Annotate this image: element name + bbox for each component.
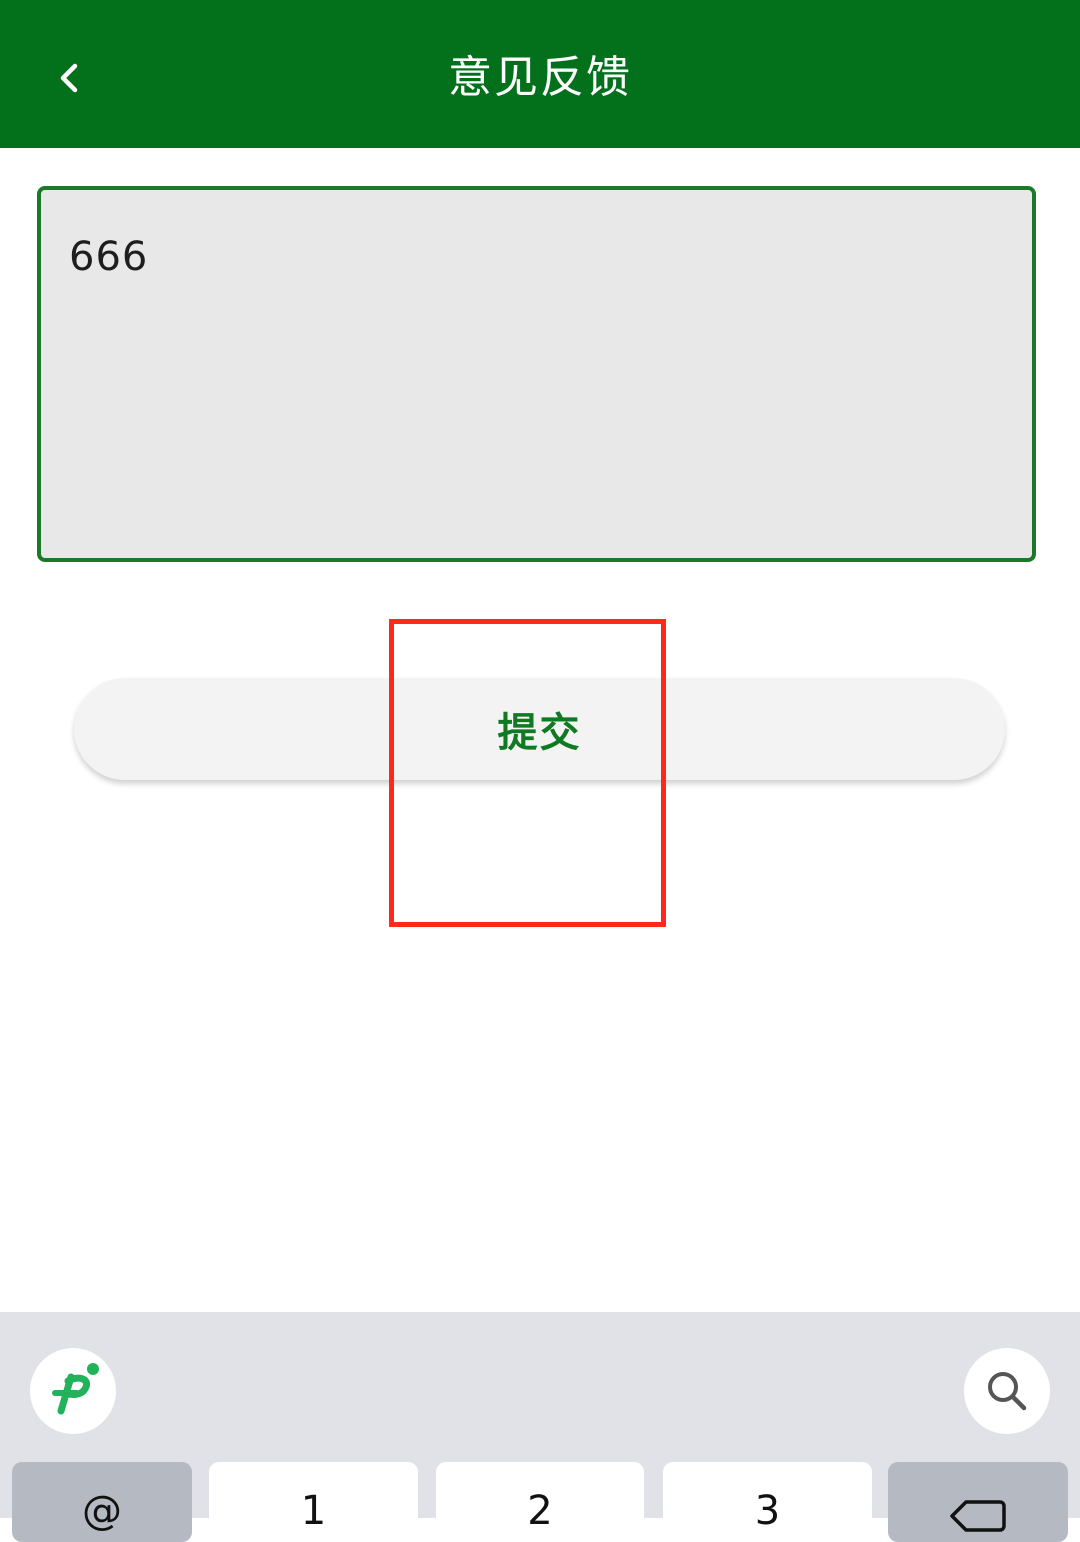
- key-2-label: 2: [527, 1488, 553, 1534]
- feedback-text: 666: [69, 234, 149, 280]
- key-3[interactable]: 3: [663, 1462, 872, 1542]
- key-3-label: 3: [754, 1488, 781, 1534]
- key-at-label: @: [82, 1488, 122, 1534]
- backspace-icon: [950, 1500, 1006, 1532]
- key-1[interactable]: 1: [209, 1462, 418, 1542]
- submit-label: 提交: [497, 710, 582, 756]
- keyboard-search-button[interactable]: [964, 1348, 1050, 1434]
- key-2[interactable]: 2: [436, 1462, 644, 1542]
- feedback-textarea[interactable]: 666: [37, 186, 1036, 562]
- submit-button[interactable]: 提交: [74, 678, 1005, 780]
- app-header: 意见反馈: [0, 0, 1080, 148]
- ime-logo-button[interactable]: [30, 1348, 116, 1434]
- key-1-label: 1: [300, 1488, 327, 1534]
- delete-key[interactable]: [888, 1462, 1068, 1542]
- key-at[interactable]: @: [12, 1462, 192, 1542]
- search-icon: [988, 1372, 1027, 1411]
- page-title: 意见反馈: [448, 52, 632, 103]
- ime-logo-icon: [52, 1363, 99, 1415]
